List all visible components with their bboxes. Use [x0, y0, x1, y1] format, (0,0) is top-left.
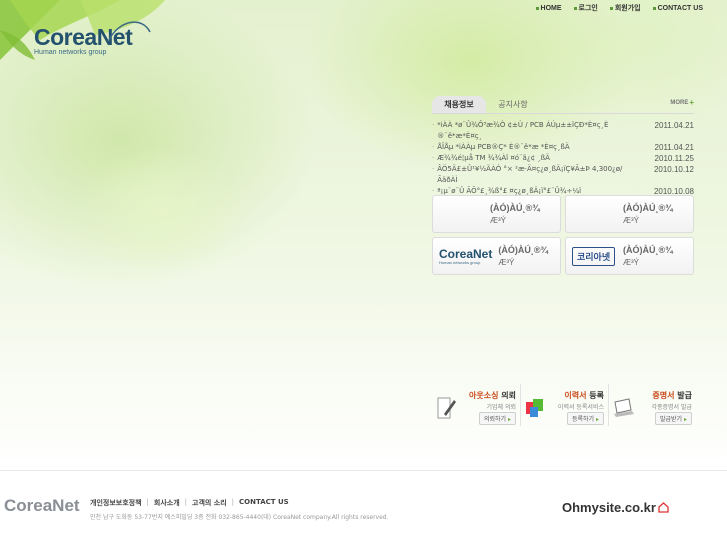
- more-link[interactable]: MORE +: [670, 98, 694, 107]
- list-item[interactable]: · ÂÖ5Ä£±Û¹¥½ÄÀÓ °× ²æ·Ä¤ç¿ø¸ßÄ¡ïÇ¥Ã±Þ 4,3…: [432, 164, 694, 186]
- list-item[interactable]: · Æ¾¾é¦µå TM ¾¾Àî ¤ó¨ã¿¢ ¸ßÄ 2010.11.25: [432, 153, 694, 164]
- news-board: 채용정보 공지사항 MORE + · *iÀÀ *ø¨Û¾Ô³æ¾Ò ¢±Ù / P…: [432, 96, 694, 197]
- top-navigation: HOME 로그인 회원가입 CONTACT US: [535, 3, 703, 13]
- service-resume: 이력서 등록 이력서 등록서비스 등록하기 ▸: [522, 384, 609, 426]
- service-outsourcing: 아웃소싱 의뢰 기업체 의뢰 의뢰하기 ▸: [434, 384, 521, 426]
- site-logo[interactable]: CoreaNet Human networks group: [34, 21, 151, 56]
- footer-links: 개인정보보호정책 | 회사소개 | 고객의 소리 | CONTACT US: [90, 498, 289, 508]
- footer-link-voice[interactable]: 고객의 소리: [192, 498, 227, 508]
- arrow-right-icon: ▸: [683, 416, 687, 423]
- service-links: 아웃소싱 의뢰 기업체 의뢰 의뢰하기 ▸ 이력서 등록 이력서 등록서비스 등…: [434, 384, 696, 426]
- news-list: · *iÀÀ *ø¨Û¾Ô³æ¾Ò ¢±Ù / PCB ÁÚµ±±ïÇÐ*È¤ç¸…: [432, 120, 694, 197]
- tab-notices[interactable]: 공지사항: [486, 96, 540, 113]
- nav-home[interactable]: HOME: [535, 3, 562, 13]
- list-item[interactable]: · *iÀÀ *ø¨Û¾Ô³æ¾Ò ¢±Ù / PCB ÁÚµ±±ïÇÐ*È¤ç¸…: [432, 120, 694, 142]
- laptop-icon: [614, 398, 634, 417]
- footer-link-contact[interactable]: CONTACT US: [239, 498, 289, 508]
- service-certificate: 증명서 발급 각종증명서 발급 발급받기 ▸: [610, 384, 696, 426]
- korea-logo: 코리아넷: [572, 246, 616, 266]
- bullet-icon: ·: [432, 143, 435, 151]
- bullet-icon: ·: [432, 154, 435, 162]
- plus-icon: +: [689, 98, 694, 107]
- affiliate-buttons: (ÀÓ)ÀÚ¸®¾ Æ³Ý (ÀÓ)ÀÚ¸®¾ Æ³Ý CoreaNet Human …: [432, 195, 694, 275]
- footer-address: 인천 남구 도화동 53-77번지 예스피빌딩 3층 전화 032-865-44…: [90, 514, 389, 521]
- partner-logo[interactable]: Ohmysite.co.kr: [562, 500, 669, 515]
- register-button[interactable]: 등록하기 ▸: [566, 412, 604, 425]
- list-item[interactable]: · ÅÎÅµ *iÀÀµ PCB®Ç* È®¨ê*æ *È¤ç¸ßÄ 2011.04…: [432, 142, 694, 153]
- bullet-icon: [609, 6, 613, 10]
- bullet-icon: ·: [432, 121, 435, 129]
- bullet-icon: [573, 6, 577, 10]
- house-icon: [658, 502, 669, 513]
- bullet-icon: ·: [432, 165, 435, 173]
- news-tabs: 채용정보 공지사항 MORE +: [432, 96, 694, 114]
- arrow-right-icon: ▸: [507, 416, 511, 423]
- nav-contact[interactable]: CONTACT US: [652, 3, 703, 13]
- footer-logo: CoreaNet: [4, 496, 80, 515]
- nav-login[interactable]: 로그인: [573, 3, 598, 13]
- pen-icon: [437, 397, 456, 419]
- bullet-icon: [652, 6, 656, 10]
- issue-button[interactable]: 발급받기 ▸: [654, 412, 692, 425]
- tab-jobs[interactable]: 채용정보: [432, 96, 486, 113]
- bullet-icon: [535, 6, 539, 10]
- affiliate-card[interactable]: (ÀÓ)ÀÚ¸®¾ Æ³Ý: [565, 195, 694, 233]
- affiliate-card[interactable]: (ÀÓ)ÀÚ¸®¾ Æ³Ý: [432, 195, 561, 233]
- footer-link-privacy[interactable]: 개인정보보호정책: [90, 498, 142, 508]
- coreanet-logo: CoreaNet Human networks group: [439, 247, 493, 265]
- affiliate-card-korea[interactable]: 코리아넷 (ÀÓ)ÀÚ¸®¾ Æ³Ý: [565, 237, 694, 275]
- footer-link-about[interactable]: 회사소개: [154, 498, 180, 508]
- request-button[interactable]: 의뢰하기 ▸: [478, 412, 516, 425]
- resume-icon: [526, 399, 543, 417]
- affiliate-card-coreanet[interactable]: CoreaNet Human networks group (ÀÓ)ÀÚ¸®¾ Æ³…: [432, 237, 561, 275]
- footer-divider: [0, 470, 727, 471]
- nav-signup[interactable]: 회원가입: [609, 3, 641, 13]
- arrow-right-icon: ▸: [595, 416, 599, 423]
- logo-arc-icon: [108, 21, 151, 41]
